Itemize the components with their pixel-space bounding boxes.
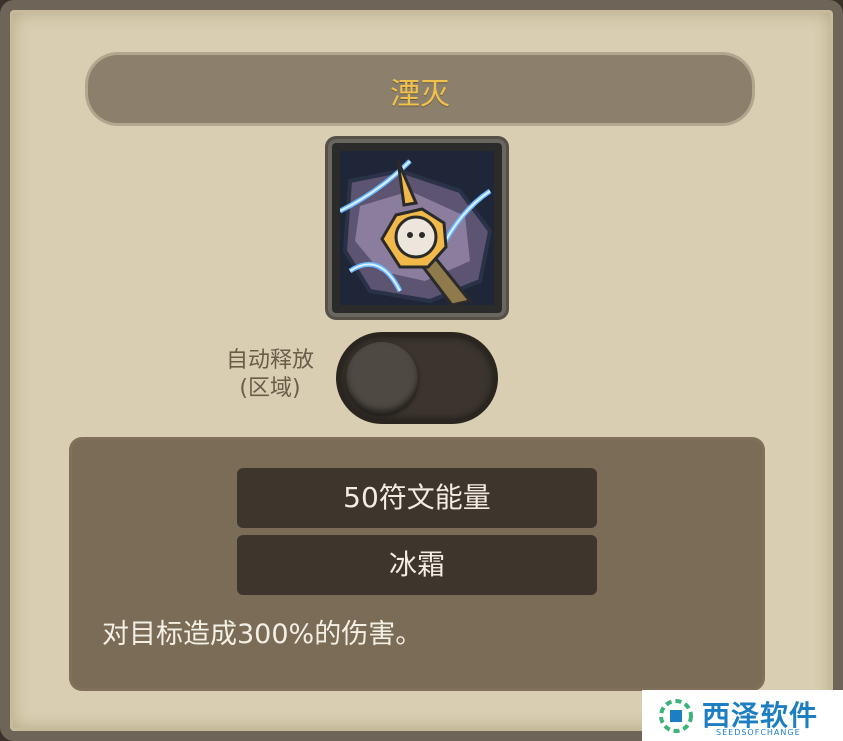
watermark: 西泽软件 SEEDSOFCHANGE: [642, 690, 843, 741]
annihilation-skill-icon: [340, 151, 494, 305]
element-type: 冰霜: [237, 535, 597, 595]
skill-icon-frame[interactable]: [328, 139, 506, 317]
auto-cast-label-line2: (区域): [239, 376, 301, 401]
auto-cast-toggle[interactable]: [340, 336, 494, 420]
watermark-logo-icon: [659, 699, 693, 733]
auto-cast-label: 自动释放 (区域): [210, 347, 330, 403]
toggle-knob[interactable]: [346, 342, 418, 414]
skill-title: 湮灭: [390, 77, 450, 112]
skill-info-panel: 50符文能量 冰霜 对目标造成300%的伤害。: [72, 440, 762, 688]
watermark-subtitle: SEEDSOFCHANGE: [716, 728, 801, 737]
rune-energy-cost: 50符文能量: [237, 468, 597, 528]
title-banner: 湮灭: [88, 55, 752, 123]
auto-cast-label-line1: 自动释放: [225, 348, 314, 373]
skill-description: 对目标造成300%的伤害。: [102, 619, 423, 650]
